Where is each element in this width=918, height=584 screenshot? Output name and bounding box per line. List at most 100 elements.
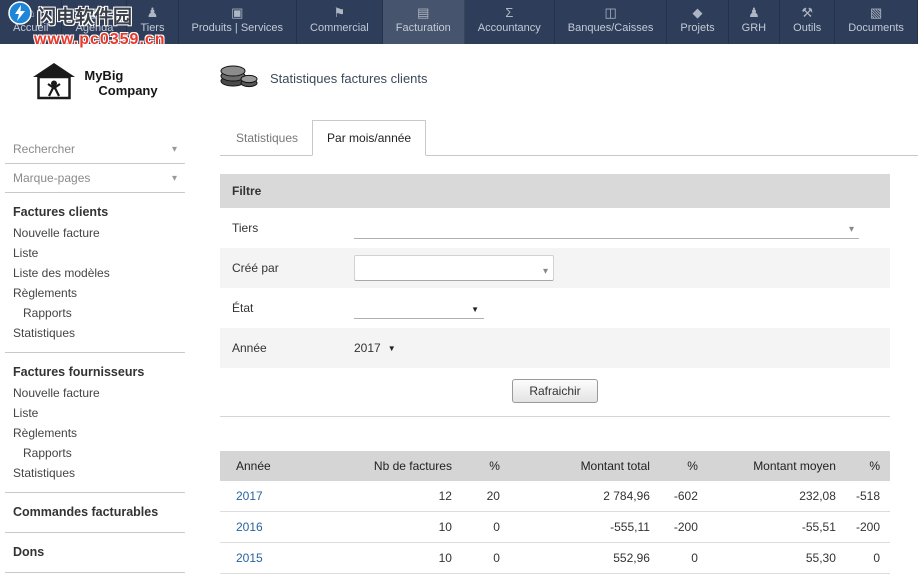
accountancy-icon: Σ (505, 5, 513, 20)
total-pct-cell: 0 (660, 543, 708, 574)
nav-label: Tiers (140, 22, 164, 34)
tab-par-mois-annee[interactable]: Par mois/année (312, 120, 426, 156)
sidebar-item-statistiques[interactable]: Statistiques (13, 463, 177, 483)
sidebar: MyBig Company Rechercher ▾ Marque-pages … (0, 44, 190, 584)
nav-label: Produits | Services (192, 22, 284, 34)
sidebar-item-liste[interactable]: Liste (13, 243, 177, 263)
avg-pct-cell: -518 (846, 481, 890, 512)
table-row: 2015 10 0 552,96 0 55,30 0 (220, 543, 890, 574)
year-cell: 2016 (220, 512, 312, 543)
bookmarks-dropdown[interactable]: Marque-pages ▾ (5, 164, 185, 193)
cree-par-select[interactable]: ▾ (354, 255, 554, 281)
filter-label-tiers: Tiers (232, 221, 354, 235)
nav-item-documents[interactable]: ▧ Documents (835, 0, 918, 44)
sidebar-title-dons[interactable]: Dons (13, 541, 177, 563)
avg-pct-cell: 0 (846, 543, 890, 574)
col-header-montant-moyen: Montant moyen (708, 451, 846, 481)
sidebar-item-liste-des-modeles[interactable]: Liste des modèles (13, 263, 177, 283)
sidebar-title-factures-fournisseurs[interactable]: Factures fournisseurs (13, 361, 177, 383)
sidebar-title-factures-clients[interactable]: Factures clients (13, 201, 177, 223)
nav-item-grh[interactable]: ♟ GRH (729, 0, 780, 44)
col-header-nb-factures: Nb de factures (312, 451, 462, 481)
home-icon: ⌂ (27, 5, 35, 20)
nb-factures-cell: 12 (312, 481, 462, 512)
filter-row-annee: Année 2017 ▼ (220, 328, 890, 368)
invoice-stats-coins-icon (220, 62, 258, 95)
col-header-pct-2: % (660, 451, 708, 481)
montant-total-cell: 2 784,96 (510, 481, 660, 512)
avg-pct-cell: -200 (846, 512, 890, 543)
filter-label-annee: Année (232, 341, 354, 355)
year-link[interactable]: 2016 (236, 520, 263, 534)
calendar-icon: ▦ (88, 5, 100, 20)
etat-select[interactable]: ▼ (354, 297, 484, 319)
sidebar-item-nouvelle-facture[interactable]: Nouvelle facture (13, 223, 177, 243)
chevron-down-icon: ▾ (849, 224, 854, 235)
nav-item-outils[interactable]: ⚒ Outils (780, 0, 835, 44)
bookmarks-label: Marque-pages (13, 171, 90, 185)
nav-item-agenda[interactable]: ▦ Agenda (62, 0, 127, 44)
nav-label: Outils (793, 22, 821, 34)
chevron-down-icon: ▾ (543, 266, 548, 277)
nav-item-produits-services[interactable]: ▣ Produits | Services (179, 0, 298, 44)
nav-item-projets[interactable]: ◆ Projets (667, 0, 728, 44)
filter-panel: Filtre Tiers ▾ Créé par ▾ État (220, 174, 890, 368)
company-logo: MyBig Company (32, 62, 157, 105)
nav-item-tiers[interactable]: ♟ Tiers (127, 0, 178, 44)
tiers-select[interactable]: ▾ (354, 217, 859, 239)
hrm-icon: ♟ (748, 5, 760, 20)
year-link[interactable]: 2015 (236, 551, 263, 565)
stats-table: Année Nb de factures % Montant total % M… (220, 451, 890, 574)
page-header: Statistiques factures clients (220, 60, 890, 96)
nav-item-accountancy[interactable]: Σ Accountancy (465, 0, 555, 44)
filter-label-etat: État (232, 301, 354, 315)
tab-statistiques[interactable]: Statistiques (222, 121, 312, 155)
nav-item-facturation[interactable]: ▤ Facturation (383, 0, 465, 44)
thirdparty-icon: ♟ (147, 5, 159, 20)
nav-label: Banques/Caisses (568, 22, 654, 34)
menu-section-factures-fournisseurs: Factures fournisseurs Nouvelle facture L… (5, 353, 185, 493)
montant-total-cell: -555,11 (510, 512, 660, 543)
sidebar-item-reglements[interactable]: Règlements (13, 423, 177, 443)
year-cell: 2015 (220, 543, 312, 574)
sidebar-title-commandes-facturables[interactable]: Commandes facturables (13, 501, 177, 523)
nav-item-commercial[interactable]: ⚑ Commercial (297, 0, 383, 44)
nav-item-banques-caisses[interactable]: ◫ Banques/Caisses (555, 0, 668, 44)
nb-factures-cell: 10 (312, 512, 462, 543)
documents-icon: ▧ (870, 5, 882, 20)
filter-title: Filtre (220, 174, 890, 208)
nav-label: Accueil (13, 22, 48, 34)
sidebar-item-rapports[interactable]: Rapports (13, 303, 177, 323)
commercial-icon: ⚑ (334, 5, 346, 20)
montant-moyen-cell: 232,08 (708, 481, 846, 512)
projects-icon: ◆ (693, 5, 703, 20)
sidebar-item-liste[interactable]: Liste (13, 403, 177, 423)
col-header-pct-1: % (462, 451, 510, 481)
sidebar-item-reglements[interactable]: Règlements (13, 283, 177, 303)
sidebar-item-nouvelle-facture[interactable]: Nouvelle facture (13, 383, 177, 403)
search-dropdown[interactable]: Rechercher ▾ (5, 135, 185, 164)
chevron-down-icon: ▾ (172, 144, 177, 155)
main-content: Statistiques factures clients Statistiqu… (190, 44, 918, 584)
col-header-annee: Année (220, 451, 312, 481)
nav-label: Documents (848, 22, 904, 34)
refresh-row: Rafraichir (220, 368, 890, 417)
nav-label: Facturation (396, 22, 451, 34)
company-name: MyBig Company (84, 69, 157, 99)
app-window: ⌂ Accueil ▦ Agenda ♟ Tiers ▣ Produits | … (0, 0, 918, 584)
nav-label: GRH (742, 22, 766, 34)
table-row: 2017 12 20 2 784,96 -602 232,08 -518 (220, 481, 890, 512)
menu-section-factures-clients: Factures clients Nouvelle facture Liste … (5, 193, 185, 353)
nav-item-accueil[interactable]: ⌂ Accueil (0, 0, 62, 44)
filter-row-cree-par: Créé par ▾ (220, 248, 890, 288)
sidebar-item-statistiques[interactable]: Statistiques (13, 323, 177, 343)
refresh-button[interactable]: Rafraichir (512, 379, 597, 403)
chevron-down-icon: ▾ (172, 173, 177, 184)
sidebar-item-rapports[interactable]: Rapports (13, 443, 177, 463)
nb-pct-cell: 0 (462, 543, 510, 574)
annee-select[interactable]: 2017 ▼ (354, 341, 396, 355)
tabs-bar: Statistiques Par mois/année (220, 120, 918, 156)
year-link[interactable]: 2017 (236, 489, 263, 503)
house-logo-icon (32, 62, 76, 105)
select-arrow-icon: ▼ (471, 305, 479, 314)
